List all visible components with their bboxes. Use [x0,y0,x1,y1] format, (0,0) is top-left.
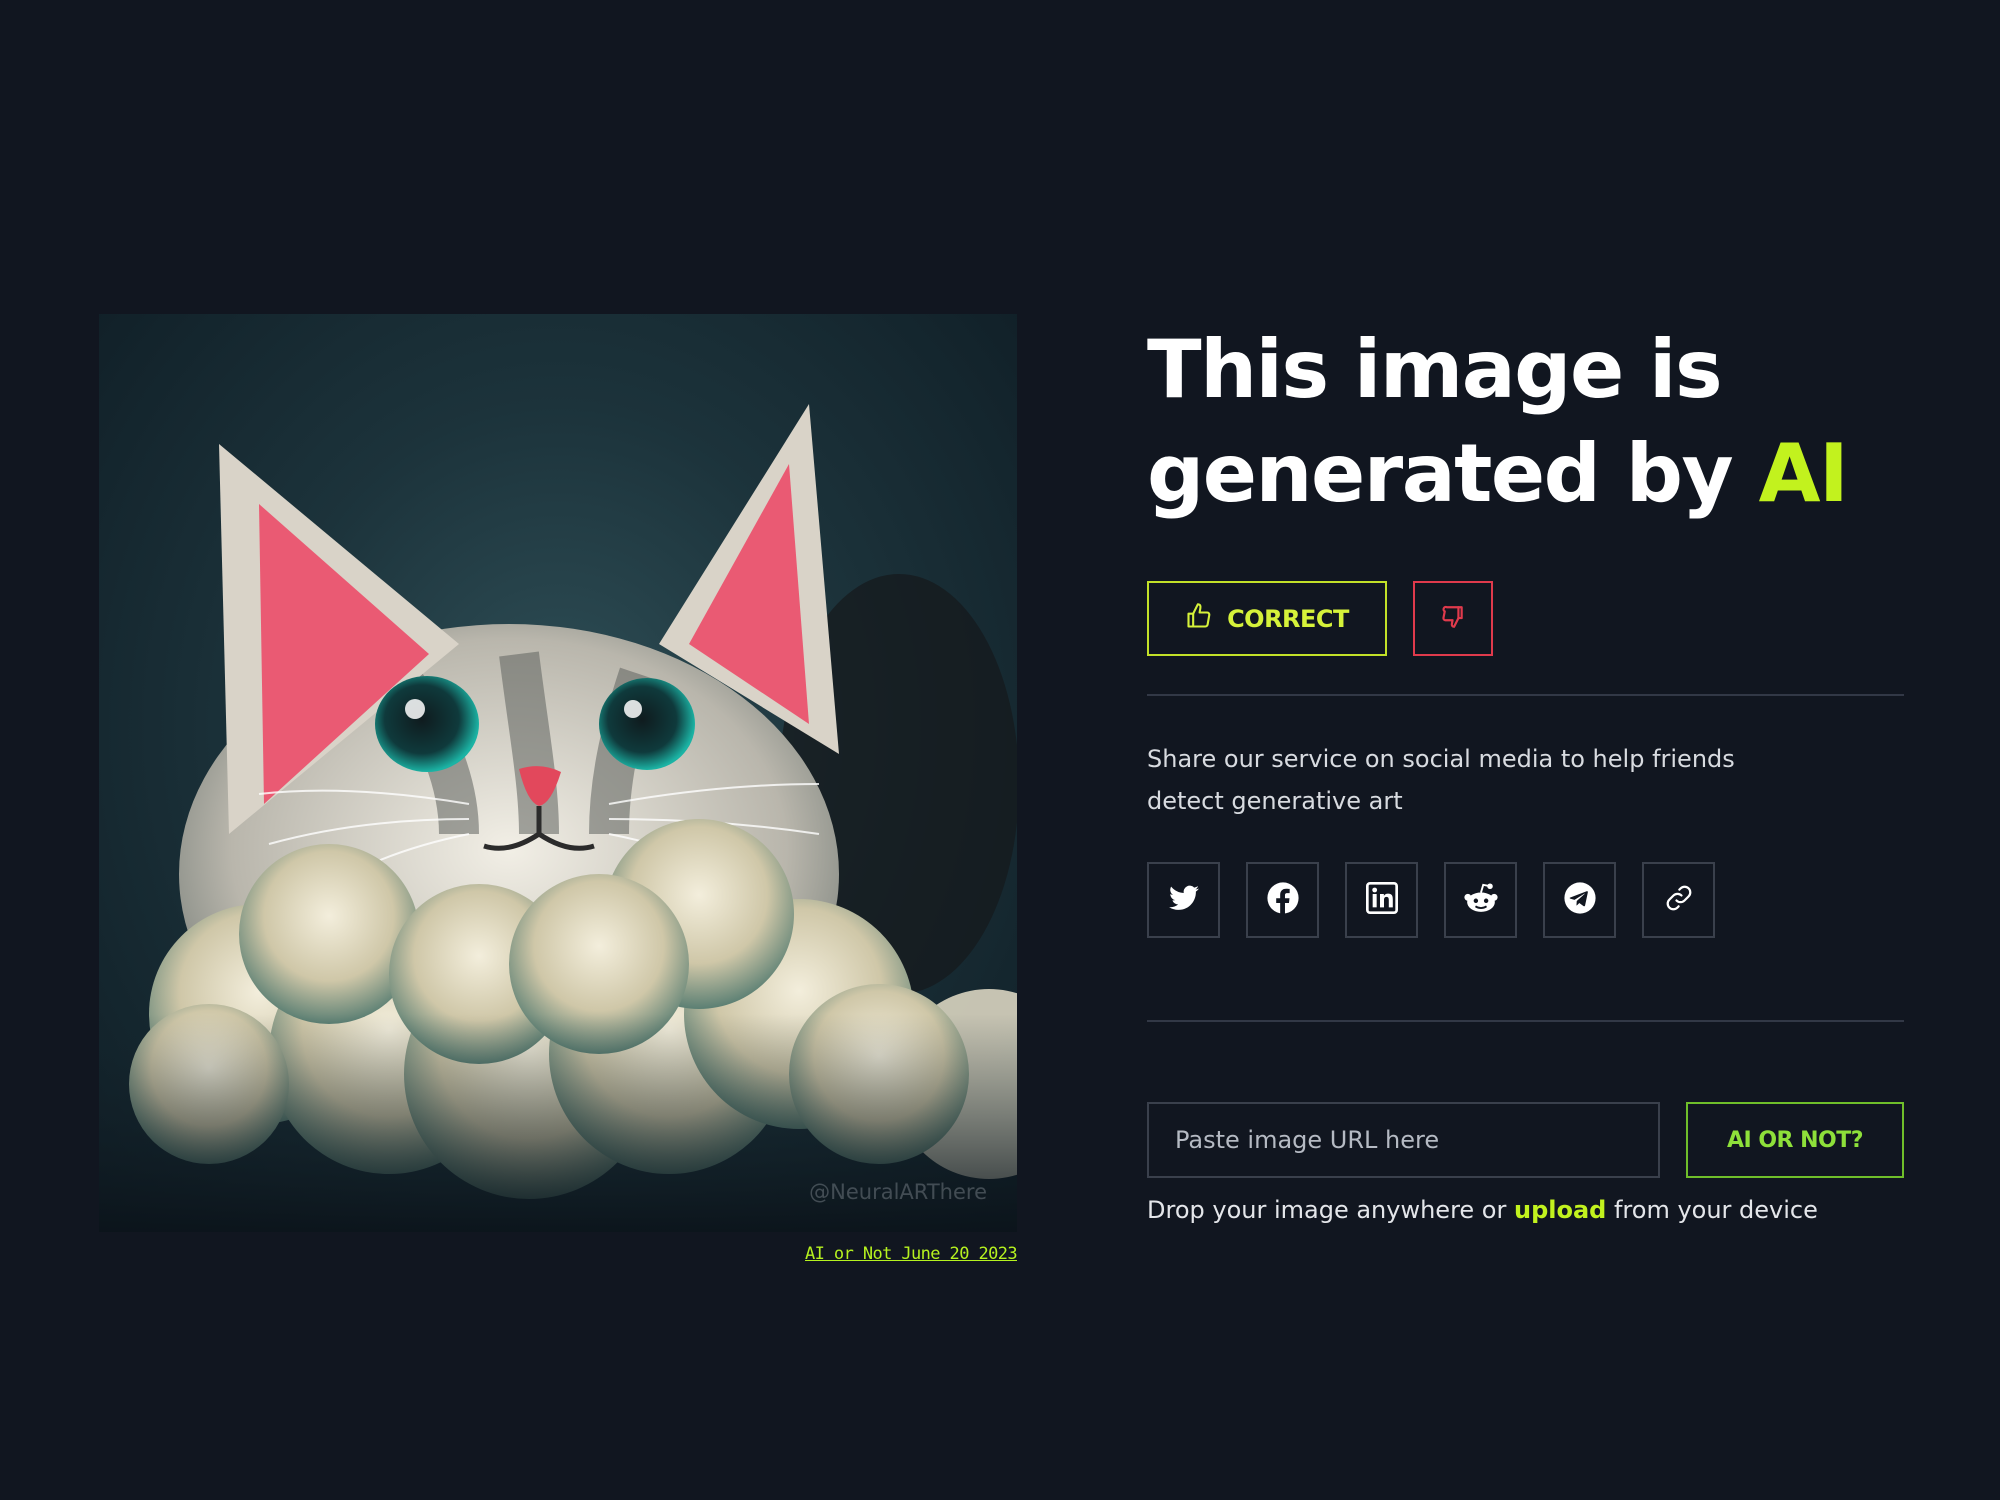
upload-link[interactable]: upload [1514,1196,1606,1224]
image-url-input[interactable] [1147,1102,1660,1178]
share-facebook-button[interactable] [1246,862,1319,938]
telegram-icon [1563,881,1597,919]
wrong-button[interactable] [1413,581,1493,656]
correct-button[interactable]: CORRECT [1147,581,1387,656]
analyzed-image: @NeuralARThere [99,314,1017,1232]
result-headline: This image is generated by AI [1147,318,1904,526]
share-linkedin-button[interactable] [1345,862,1418,938]
share-twitter-button[interactable] [1147,862,1220,938]
copy-link-button[interactable] [1642,862,1715,938]
share-description: Share our service on social media to hel… [1147,745,1735,815]
drop-text-suffix: from your device [1606,1196,1818,1224]
reddit-icon [1463,882,1499,918]
headline-text: This image is generated by [1147,323,1759,520]
thumbs-down-icon [1440,604,1466,633]
twitter-icon [1168,885,1199,915]
url-check-row: AI OR NOT? [1147,1102,1904,1178]
drop-text-prefix: Drop your image anywhere or [1147,1196,1514,1224]
drop-instructions: Drop your image anywhere or upload from … [1147,1196,1904,1224]
correct-button-label: CORRECT [1227,604,1349,633]
image-watermark: @NeuralARThere [809,1180,987,1204]
image-caption-link[interactable]: AI or Not June 20 2023 [99,1244,1018,1264]
share-reddit-button[interactable] [1444,862,1517,938]
feedback-row: CORRECT [1147,581,1904,656]
social-share-row [1147,862,1904,938]
linkedin-icon [1365,882,1398,918]
divider [1147,1020,1904,1022]
result-panel: This image is generated by AI CORRECT Sh… [1147,318,1904,1224]
link-icon [1664,883,1694,917]
facebook-icon [1266,881,1300,919]
share-telegram-button[interactable] [1543,862,1616,938]
cat-cloud-illustration [99,404,1017,1232]
thumbs-up-icon [1185,602,1213,636]
divider [1147,694,1904,696]
ai-or-not-button[interactable]: AI OR NOT? [1686,1102,1904,1178]
headline-accent: AI [1758,427,1849,520]
